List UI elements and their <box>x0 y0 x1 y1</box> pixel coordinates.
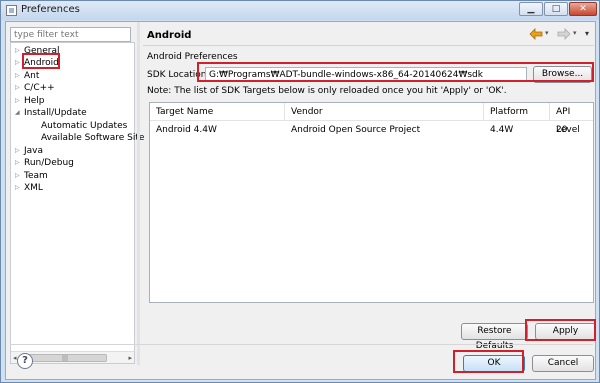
tree-item-label: Ant <box>24 71 40 81</box>
restore-defaults-button[interactable]: Restore Defaults <box>461 323 528 351</box>
back-history-dropdown-icon[interactable]: ▾ <box>545 29 549 37</box>
footer-divider <box>10 344 593 345</box>
tree-item-automatic-updates[interactable]: Automatic Updates <box>41 120 127 132</box>
preference-tree: ▷ General ▷ Android ▷ Ant ▷ C/C++ ▷ Help… <box>10 42 144 364</box>
scroll-left-icon[interactable]: ◂ <box>13 352 17 364</box>
preferences-window: Preferences ▁ □ ✕ ▷ General ▷ Android ▷ … <box>0 0 600 383</box>
sdk-location-field[interactable] <box>205 67 527 82</box>
tree-item-label: Automatic Updates <box>41 121 128 131</box>
tree-item-label: Team <box>24 171 48 181</box>
view-menu-icon[interactable]: ▾ <box>585 29 589 38</box>
back-arrow-icon[interactable] <box>529 28 543 40</box>
table-cell-platform[interactable]: 4.4W <box>484 123 550 137</box>
table-cell-vendor[interactable]: Android Open Source Project <box>285 123 484 137</box>
expand-arrow-icon[interactable]: ▷ <box>15 145 23 157</box>
tree-item-label: Install/Update <box>24 108 87 118</box>
column-header-target-name[interactable]: Target Name <box>150 103 285 121</box>
page-title: Android <box>147 30 192 41</box>
tree-item-label: Available Software Site <box>41 133 145 143</box>
apply-button[interactable]: Apply <box>535 323 596 340</box>
page-header: Android ▾ ▾ ▾ <box>143 24 594 46</box>
filter-input[interactable] <box>10 27 131 42</box>
expand-arrow-icon[interactable]: ▷ <box>15 57 23 69</box>
column-header-vendor[interactable]: Vendor <box>285 103 484 121</box>
table-cell-target-name[interactable]: Android 4.4W <box>150 123 285 137</box>
expand-arrow-icon[interactable]: ▷ <box>15 182 23 194</box>
title-bar[interactable]: Preferences ▁ □ ✕ <box>1 1 599 20</box>
expand-arrow-icon[interactable]: ▷ <box>15 82 23 94</box>
tree-item-label: C/C++ <box>24 83 55 93</box>
column-header-api-level[interactable]: API Level <box>550 103 593 135</box>
expand-arrow-icon[interactable]: ▷ <box>15 70 23 82</box>
tree-item-label: Android <box>24 58 59 68</box>
collapse-arrow-icon[interactable]: ◢ <box>15 107 23 119</box>
browse-button[interactable]: Browse... <box>533 66 592 83</box>
maximize-button[interactable]: □ <box>544 2 568 16</box>
ok-button[interactable]: OK <box>463 355 525 372</box>
grip-icon: ||| <box>62 355 69 362</box>
pane-splitter[interactable] <box>137 22 140 365</box>
minimize-button[interactable]: ▁ <box>519 2 543 16</box>
preferences-app-icon <box>6 5 17 16</box>
close-button[interactable]: ✕ <box>569 2 597 16</box>
sdk-location-label: SDK Location: <box>147 70 210 80</box>
window-title: Preferences <box>21 4 80 15</box>
scrollbar-thumb[interactable]: ||| <box>25 354 107 362</box>
expand-arrow-icon[interactable]: ▷ <box>15 45 23 57</box>
tree-item-label: General <box>24 46 60 56</box>
tree-item-available-software-sites[interactable]: Available Software Site <box>41 132 144 144</box>
tree-item-label: Java <box>24 146 44 156</box>
sdk-targets-table[interactable]: Target Name Vendor Platform API Level An… <box>149 102 594 303</box>
expand-arrow-icon[interactable]: ▷ <box>15 95 23 107</box>
dialog-body: ▷ General ▷ Android ▷ Ant ▷ C/C++ ▷ Help… <box>5 21 596 380</box>
help-icon[interactable]: ? <box>17 353 33 369</box>
tree-item-label: Help <box>24 96 45 106</box>
cancel-button[interactable]: Cancel <box>532 355 594 372</box>
sdk-targets-note: Note: The list of SDK Targets below is o… <box>147 86 507 96</box>
forward-arrow-icon[interactable] <box>557 28 571 40</box>
tree-item-label: XML <box>24 183 43 193</box>
android-preferences-label: Android Preferences <box>147 52 238 62</box>
scroll-right-icon[interactable]: ▸ <box>128 352 132 364</box>
forward-history-dropdown-icon[interactable]: ▾ <box>573 29 577 37</box>
column-header-platform[interactable]: Platform <box>484 103 550 121</box>
table-cell-api-level[interactable]: 20 <box>550 123 593 137</box>
tree-item-label: Run/Debug <box>24 158 74 168</box>
expand-arrow-icon[interactable]: ▷ <box>15 157 23 169</box>
expand-arrow-icon[interactable]: ▷ <box>15 170 23 182</box>
